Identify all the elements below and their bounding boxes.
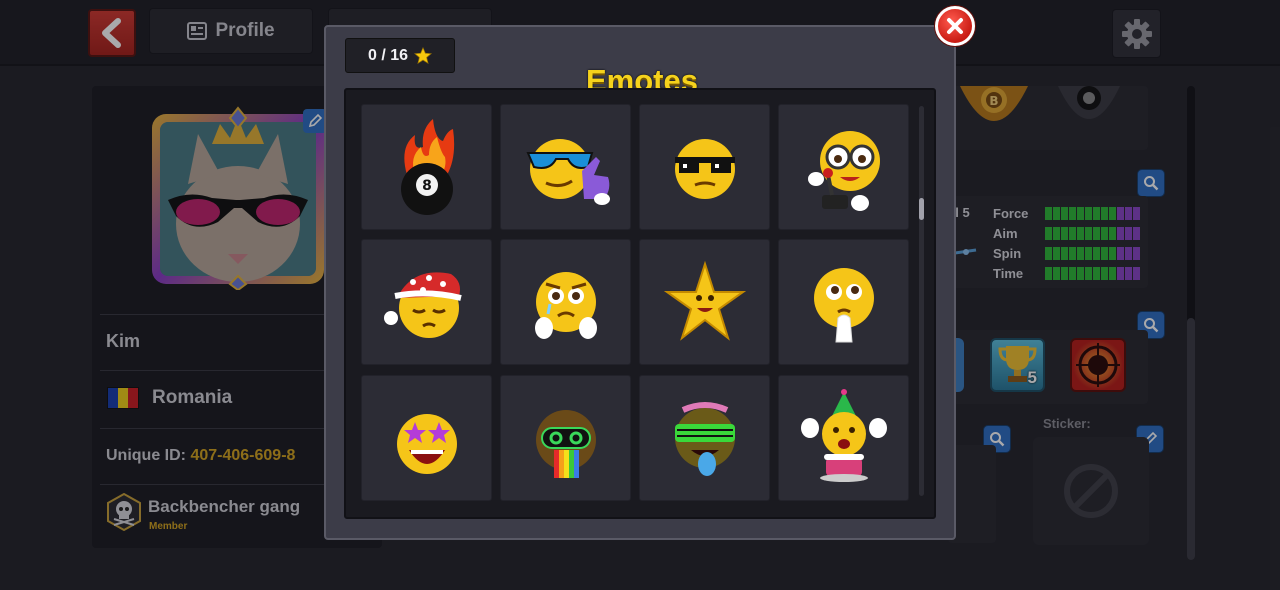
star-struck-icon — [396, 414, 457, 474]
star-icon — [414, 46, 433, 64]
star-emote-icon — [663, 260, 746, 341]
pixel-sunglasses-icon — [674, 139, 735, 199]
sunglasses-thumbs-up-icon — [525, 139, 610, 205]
emote-cell[interactable] — [500, 239, 631, 365]
praying-icon — [813, 268, 874, 343]
robot-rainbow-icon — [535, 410, 596, 478]
emote-cell[interactable] — [500, 104, 631, 230]
close-button[interactable] — [935, 6, 975, 46]
emote-cell[interactable] — [361, 239, 492, 365]
emote-counter-value: 0 / 16 — [367, 46, 409, 64]
flaming-8-ball-icon: 8 — [400, 119, 454, 215]
emote-counter: 0 / 16 — [345, 38, 455, 73]
svg-text:8: 8 — [422, 178, 432, 194]
party-shades-tongue-icon — [674, 402, 735, 476]
emote-cell[interactable]: 8 — [361, 104, 492, 230]
nerd-joystick-icon — [807, 131, 880, 211]
birthday-cake-icon — [800, 389, 887, 482]
emote-cell[interactable] — [639, 375, 770, 501]
emote-cell[interactable] — [361, 375, 492, 501]
emote-cell[interactable] — [639, 239, 770, 365]
emote-scrollbar[interactable] — [919, 106, 924, 496]
emote-cell[interactable] — [639, 104, 770, 230]
emote-cell[interactable] — [778, 239, 909, 365]
emote-cell[interactable] — [500, 375, 631, 501]
emote-scrollbar-thumb[interactable] — [919, 198, 924, 220]
emote-cell[interactable] — [778, 104, 909, 230]
emote-cell[interactable] — [778, 375, 909, 501]
sleepy-nightcap-icon — [383, 272, 462, 338]
pleading-tears-icon — [534, 272, 597, 339]
close-icon — [947, 18, 963, 34]
